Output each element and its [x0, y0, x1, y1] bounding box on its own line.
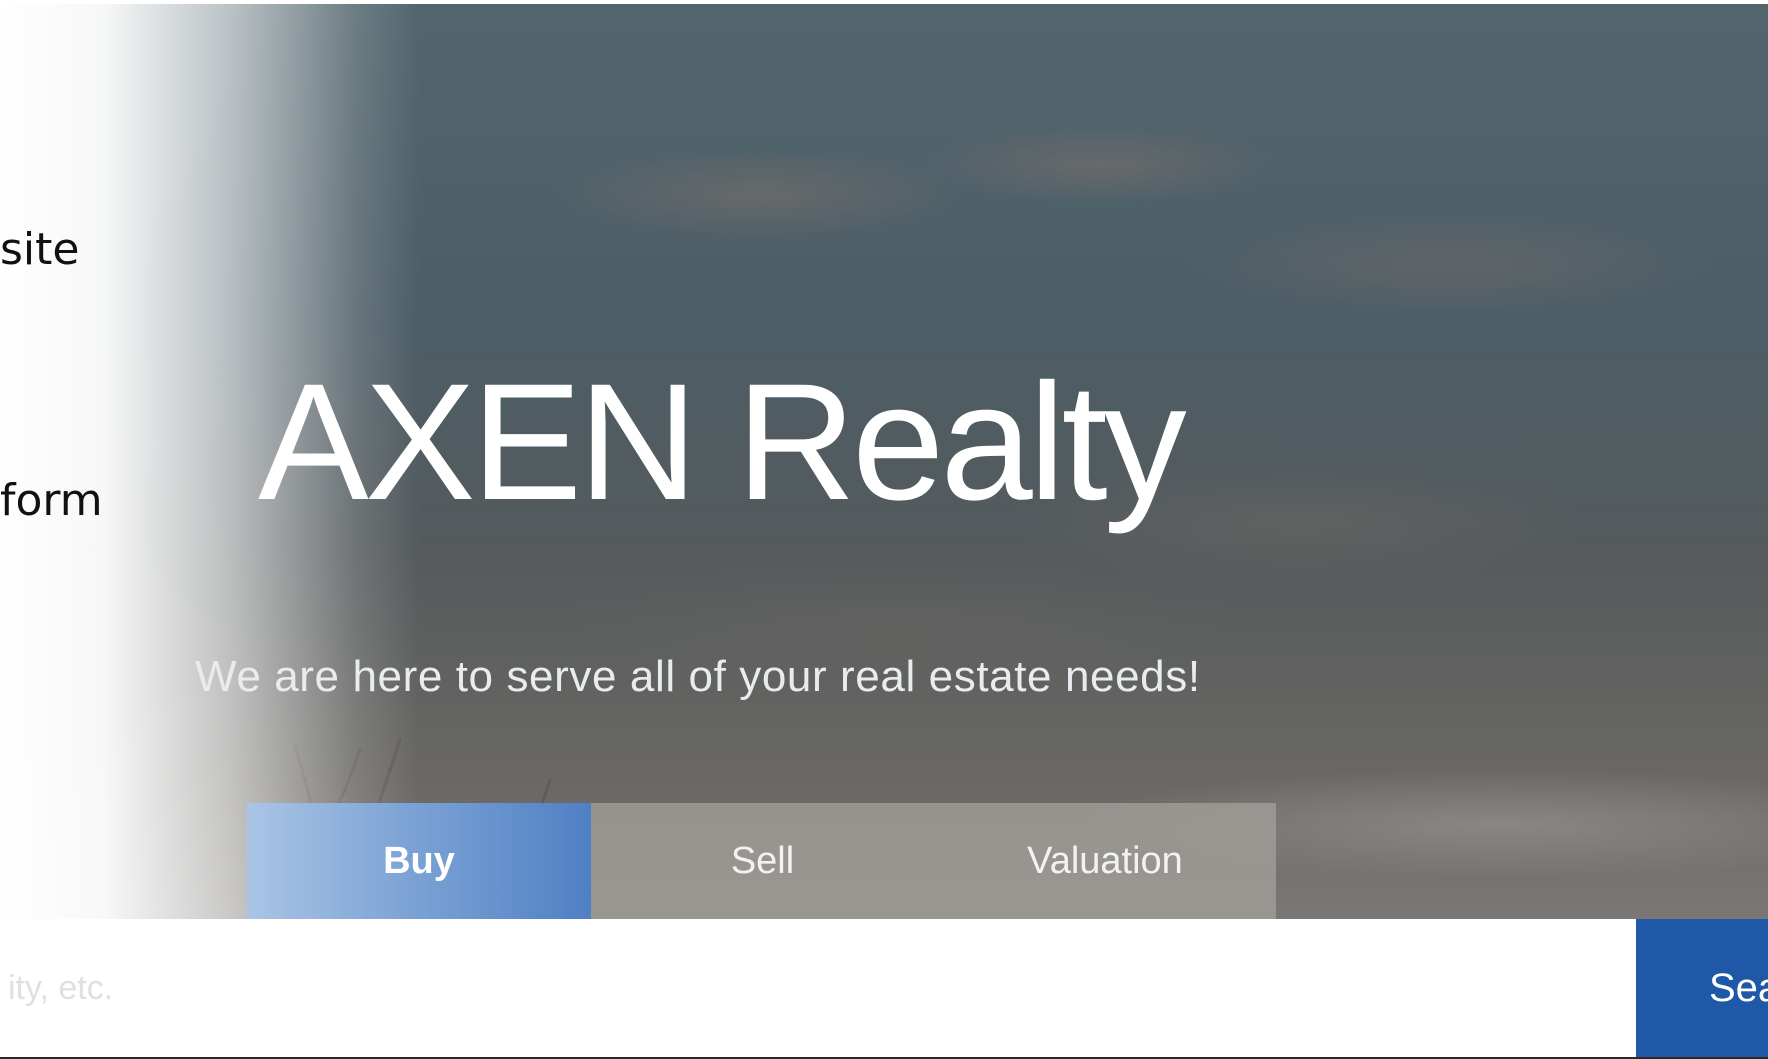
hero-title: AXEN Realty [258, 350, 1187, 535]
search-input[interactable] [0, 919, 1636, 1057]
tab-valuation[interactable]: Valuation [934, 803, 1276, 919]
search-bar: Sea [0, 919, 1768, 1059]
hero-subtitle: We are here to serve all of your real es… [195, 652, 1201, 701]
search-mode-tabs: Buy Sell Valuation [247, 803, 1276, 919]
side-text-site: site [0, 224, 80, 275]
page: site form AXEN Realty We are here to ser… [0, 0, 1768, 1059]
tab-sell[interactable]: Sell [591, 803, 934, 919]
side-text-form: form [0, 475, 103, 526]
search-button[interactable]: Sea [1636, 919, 1768, 1057]
tab-buy[interactable]: Buy [247, 803, 591, 919]
